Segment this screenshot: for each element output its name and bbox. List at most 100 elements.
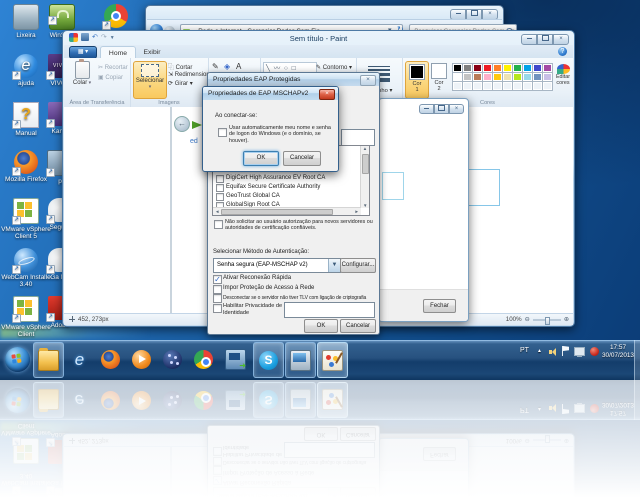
zoom-level: 100% (505, 316, 522, 323)
pasted-text: ed (190, 138, 198, 145)
horizontal-scrollbar[interactable]: ◄ ► (213, 207, 361, 215)
copy-button[interactable]: ▣ Copiar (98, 74, 123, 81)
desktop: Lixeira ajuda Manual Mozilla Firefox VMw… (0, 380, 640, 504)
select-icon (141, 64, 159, 77)
show-desktop-button[interactable] (634, 340, 640, 380)
taskbar-paint[interactable] (317, 342, 348, 378)
zoom-out-icon[interactable]: ⊖ (525, 314, 530, 325)
vertical-scrollbar[interactable]: ▲ ▼ (360, 146, 369, 208)
fechar-button[interactable]: Fechar (423, 299, 456, 313)
chrome-icon (194, 349, 213, 369)
fast-reconnect-checkbox[interactable]: ✓ (213, 275, 222, 284)
undo-icon[interactable]: ↶ (92, 33, 98, 43)
server-name-field[interactable] (341, 129, 375, 146)
crop-button[interactable]: ⿻ Cortar (168, 62, 192, 71)
auto-credentials-checkbox[interactable] (218, 128, 227, 137)
text-tool-icon[interactable]: A (236, 62, 241, 71)
language-indicator[interactable]: PT (520, 347, 529, 354)
taskbar-app-sphere[interactable] (158, 342, 187, 376)
vmware-icon (12, 296, 39, 323)
paste-button[interactable]: Colar ▾ (69, 59, 95, 86)
certificate-row[interactable]: GeoTrust Global CA (213, 192, 369, 201)
zoom-in-icon[interactable]: ⊕ (564, 314, 569, 325)
privacy-field[interactable] (284, 302, 375, 318)
edit-colors-button[interactable]: Editar cores (554, 62, 572, 96)
no-prompt-checkbox[interactable] (214, 220, 223, 229)
certificate-checkbox[interactable] (216, 184, 224, 192)
fast-reconnect-label: Ativar Reconexão Rápida (223, 275, 292, 281)
method-dropdown[interactable]: Senha segura (EAP-MSCHAP v2) ▼ (213, 258, 341, 273)
outline-dropdown[interactable]: ✎ Contorno ▾ (316, 64, 352, 71)
show-hidden-icons[interactable]: ▲ (537, 348, 542, 354)
desktop: Lixeira ajuda Manual Mozilla Firefox VMw… (0, 0, 640, 380)
rotate-button[interactable]: ⟳ Girar ▾ (168, 80, 193, 87)
color2-button[interactable]: Cor 2 (429, 61, 449, 97)
close-button[interactable]: × (553, 34, 569, 45)
edit-colors-icon (556, 64, 570, 74)
redo-icon[interactable]: ↷ (101, 33, 107, 43)
certificate-checkbox[interactable] (216, 175, 224, 183)
clipboard-group-label: Área de Transferência (69, 100, 125, 106)
select-button[interactable]: Selecionar ▾ (133, 61, 167, 99)
cancel-button[interactable]: Cancelar (340, 319, 376, 333)
maximize-button[interactable] (537, 34, 553, 45)
start-button[interactable] (5, 347, 30, 372)
close-button[interactable]: × (360, 75, 376, 86)
dropdown-arrow-icon[interactable]: ▼ (328, 259, 340, 272)
bg-caption-buttons: × (419, 104, 464, 114)
configure-button[interactable]: Configurar... (340, 258, 376, 273)
paint-titlebar: Sem título - Paint (63, 31, 574, 45)
firefox-icon (101, 349, 120, 369)
tab-exibir[interactable]: Exibir (136, 46, 168, 58)
nap-checkbox[interactable] (213, 285, 222, 294)
close-button[interactable]: × (319, 89, 335, 100)
taskbar-media-player[interactable] (127, 342, 156, 376)
color1-button[interactable]: Cor 1 (405, 61, 429, 99)
certificate-row[interactable]: DigiCert High Assurance EV Root CA (213, 174, 369, 183)
certificate-row[interactable]: Equifax Secure Certificate Authority (213, 183, 369, 192)
pencil-tool-icon[interactable]: ✎ (212, 62, 219, 71)
taskbar-explorer[interactable] (33, 342, 64, 378)
ok-button[interactable]: OK (304, 319, 338, 333)
certificate-checkbox[interactable] (216, 193, 224, 201)
zoom-slider[interactable] (532, 316, 561, 325)
minimize-button[interactable] (419, 104, 434, 114)
pasted-image-edge (170, 107, 172, 314)
eap-dialog-titlebar: Propriedades EAP Protegidas (208, 73, 379, 86)
cancel-button[interactable]: Cancelar (283, 151, 321, 166)
save-icon[interactable] (81, 33, 89, 41)
icon-label: ajuda (18, 80, 34, 87)
help-icon[interactable]: ? (558, 47, 567, 56)
paint-app-icon (69, 33, 78, 42)
remote-desktop-icon (225, 348, 246, 370)
tlv-checkbox[interactable] (213, 294, 222, 303)
ribbon-tabrow: ▦ ▾ Home Exibir ? (64, 45, 573, 59)
method-value: Senha segura (EAP-MSCHAP v2) (217, 262, 308, 268)
privacy-checkbox[interactable] (213, 304, 222, 313)
maximize-button[interactable] (434, 104, 449, 114)
taskbar-firefox[interactable] (96, 342, 125, 376)
taskbar-monitor-app[interactable] (285, 342, 316, 378)
tlv-label: Desconectar se o servidor não tiver TLV … (223, 295, 367, 301)
media-player-icon (132, 349, 151, 369)
image-group: Selecionar ▾ ⿻ Cortar ⇲ Redimensionar ⟳ G… (130, 58, 215, 107)
taskbar-clock[interactable]: 17:57 30/07/2013 (600, 344, 636, 361)
zoom-slider-thumb[interactable] (544, 316, 550, 325)
cut-button[interactable]: ✂ Recortar (98, 64, 128, 71)
taskbar-internet-explorer[interactable]: e (65, 342, 94, 376)
when-connecting-label: Ao conectar-se: (215, 113, 258, 119)
taskbar-remote-desktop[interactable] (221, 342, 250, 376)
no-prompt-label: Não solicitar ao usuário autorização par… (225, 219, 373, 232)
fill-tool-icon[interactable]: ◈ (224, 62, 230, 71)
ok-button[interactable]: OK (243, 151, 279, 166)
qat-dropdown-icon[interactable]: ▼ (110, 33, 115, 43)
taskbar-skype[interactable]: S (253, 342, 284, 378)
privacy-label: Habilitar Privacidade de Identidade (223, 303, 283, 316)
close-button[interactable]: × (449, 104, 464, 114)
minimize-button[interactable] (521, 34, 537, 45)
sphere-app-icon (163, 349, 182, 369)
mschap-dialog-titlebar: Propriedades de EAP MSCHAPv2 (203, 87, 338, 100)
windows-flag-icon (11, 353, 22, 364)
taskbar-chrome[interactable] (189, 342, 218, 376)
palette-empty-swatch[interactable] (542, 81, 553, 91)
